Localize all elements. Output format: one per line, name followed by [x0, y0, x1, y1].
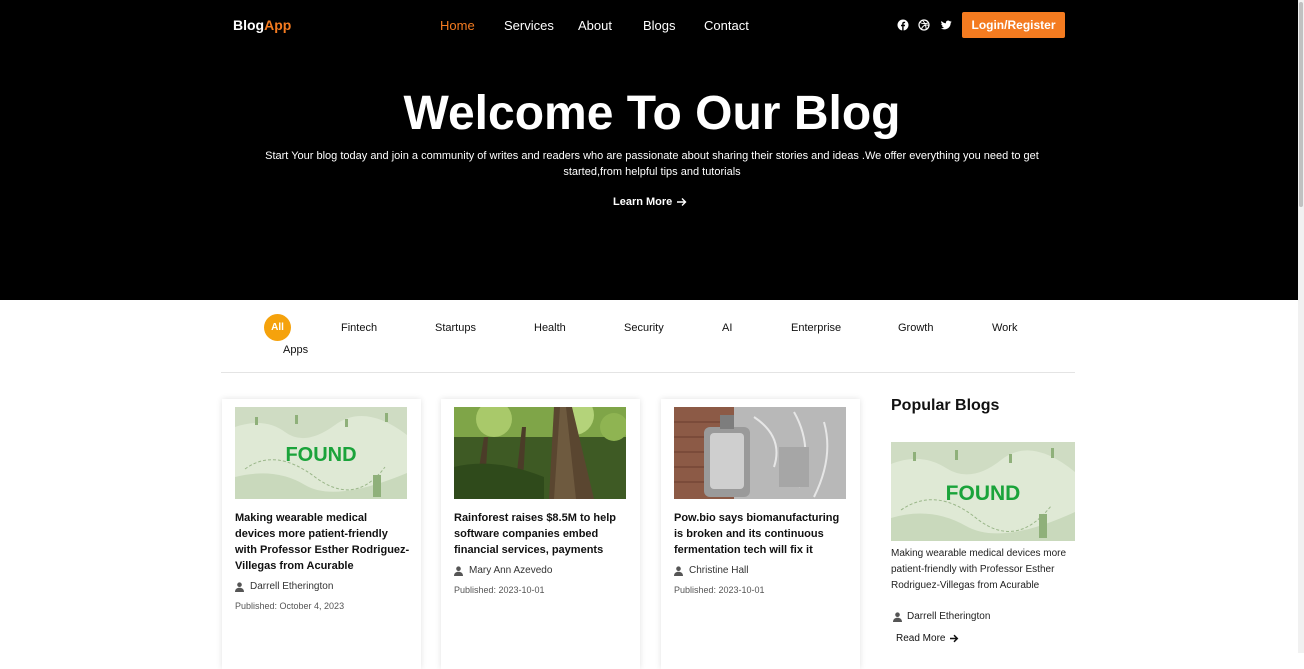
category-growth[interactable]: Growth: [898, 322, 933, 334]
popular-blogs-heading: Popular Blogs: [891, 397, 1000, 414]
card-date: Published: 2023-10-01: [674, 585, 765, 595]
arrow-right-icon: [950, 634, 959, 643]
card-date: Published: October 4, 2023: [235, 601, 345, 611]
user-icon: [893, 611, 902, 622]
nav-blogs[interactable]: Blogs: [643, 18, 676, 33]
category-enterprise[interactable]: Enterprise: [791, 322, 841, 334]
nav-about[interactable]: About: [578, 18, 612, 33]
dribbble-icon[interactable]: [918, 18, 930, 31]
blog-card[interactable]: FOUND Making wearable medical devices mo…: [222, 399, 421, 669]
category-fintech[interactable]: Fintech: [341, 322, 377, 334]
category-all[interactable]: All: [264, 314, 291, 341]
scrollbar-thumb[interactable]: [1299, 2, 1303, 207]
hero-section: BlogApp Home Services About Blogs Contac…: [0, 0, 1304, 300]
hero-lead: Start Your blog today and join a communi…: [265, 150, 1039, 178]
learn-more-label: Learn More: [613, 196, 673, 208]
twitter-icon[interactable]: [940, 18, 952, 30]
popular-post-title[interactable]: Making wearable medical devices more pat…: [891, 546, 1071, 594]
card-title[interactable]: Making wearable medical devices more pat…: [235, 510, 410, 574]
divider: [221, 372, 1075, 373]
card-author: Darrell Etherington: [235, 581, 333, 592]
user-icon: [454, 565, 463, 576]
category-apps[interactable]: Apps: [283, 344, 308, 356]
popular-post-author: Darrell Etherington: [893, 611, 990, 622]
read-more-link[interactable]: Read More: [896, 633, 959, 644]
card-author: Christine Hall: [674, 565, 748, 576]
learn-more-link[interactable]: Learn More: [613, 196, 687, 208]
page-scrollbar[interactable]: [1298, 0, 1304, 653]
user-icon: [674, 565, 683, 576]
category-startups[interactable]: Startups: [435, 322, 476, 334]
category-work[interactable]: Work: [992, 322, 1017, 334]
facebook-icon[interactable]: [897, 18, 909, 31]
found-image[interactable]: FOUND: [235, 407, 407, 499]
popular-found-image[interactable]: FOUND: [891, 442, 1075, 541]
blog-card[interactable]: Pow.bio says biomanufacturing is broken …: [661, 399, 860, 669]
card-author-name: Mary Ann Azevedo: [469, 565, 553, 576]
nav-menu: Home Services About Blogs Contact: [0, 18, 1304, 34]
user-icon: [235, 581, 244, 592]
category-ai[interactable]: AI: [722, 322, 732, 334]
nav-services[interactable]: Services: [504, 18, 554, 33]
blog-card[interactable]: Rainforest raises $8.5M to help software…: [441, 399, 640, 669]
navbar: BlogApp Home Services About Blogs Contac…: [0, 0, 1304, 50]
category-filter: All Fintech Startups Health Security AI …: [0, 300, 1304, 372]
popular-author-name: Darrell Etherington: [907, 611, 991, 622]
category-health[interactable]: Health: [534, 322, 566, 334]
found-image-text: FOUND: [285, 444, 356, 466]
hero-title: Welcome To Our Blog: [403, 87, 901, 140]
category-security[interactable]: Security: [624, 322, 664, 334]
nav-home[interactable]: Home: [440, 18, 475, 33]
card-title[interactable]: Pow.bio says biomanufacturing is broken …: [674, 510, 849, 558]
read-more-label: Read More: [896, 633, 946, 644]
arrow-right-icon: [677, 198, 687, 206]
rainforest-image[interactable]: [454, 407, 626, 499]
card-author: Mary Ann Azevedo: [454, 565, 552, 576]
nav-contact[interactable]: Contact: [704, 18, 749, 33]
card-author-name: Christine Hall: [689, 565, 749, 576]
login-register-button[interactable]: Login/Register: [962, 12, 1065, 38]
card-author-name: Darrell Etherington: [250, 581, 334, 592]
popular-found-image-text: FOUND: [946, 482, 1021, 505]
card-date: Published: 2023-10-01: [454, 585, 545, 595]
card-title[interactable]: Rainforest raises $8.5M to help software…: [454, 510, 629, 558]
lab-image[interactable]: [674, 407, 846, 499]
